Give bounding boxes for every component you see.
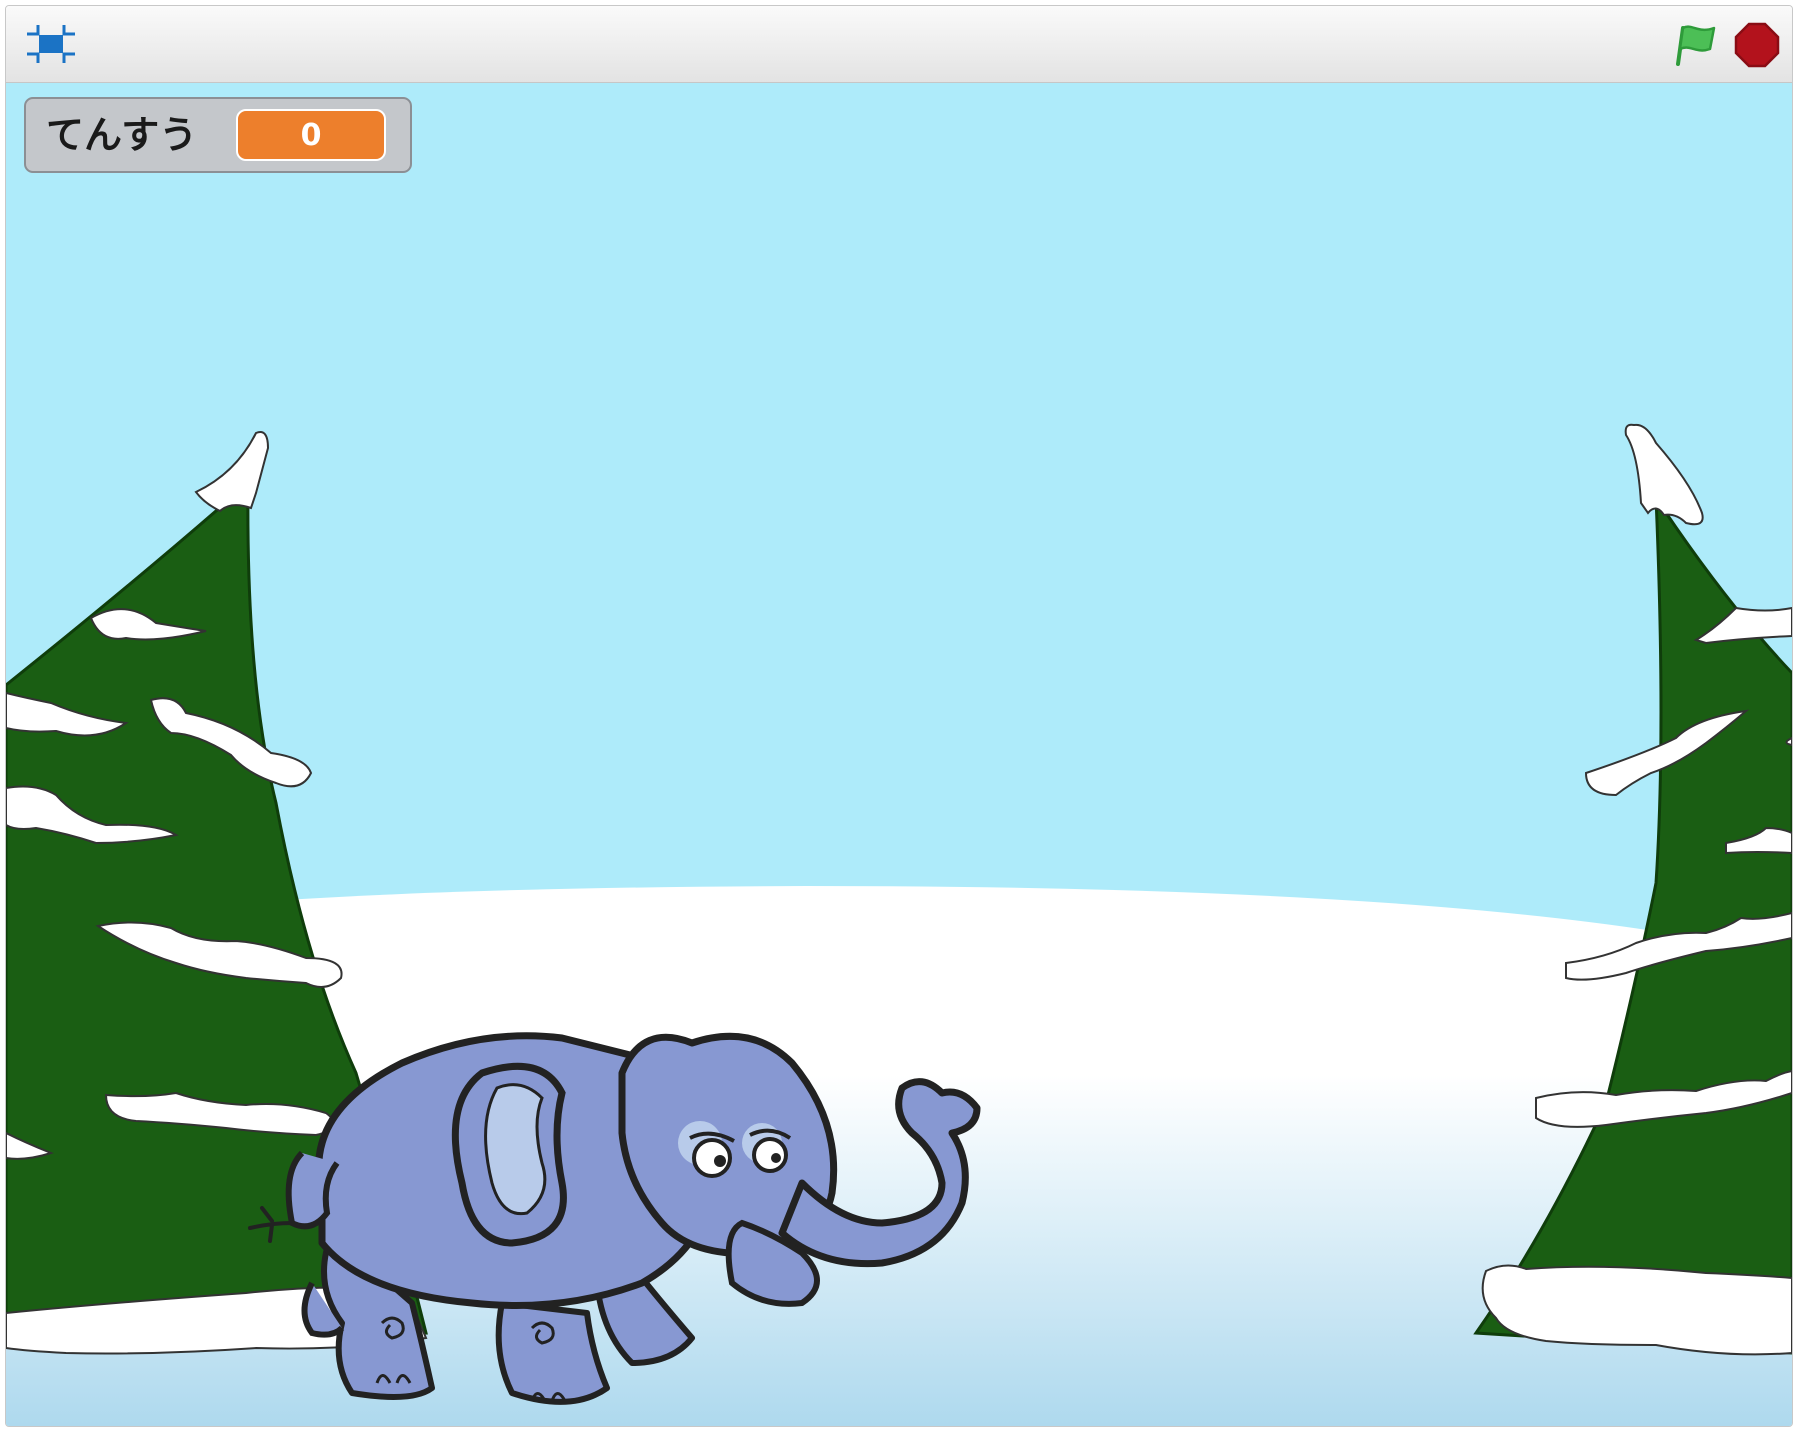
- elephant-sprite[interactable]: [242, 983, 982, 1423]
- green-flag-icon: [1676, 25, 1716, 66]
- stage-toolbar: [6, 6, 1792, 83]
- monitor-value: 0: [236, 109, 386, 161]
- stop-button[interactable]: [1734, 22, 1780, 68]
- green-flag-button[interactable]: [1672, 20, 1720, 68]
- monitor-label: てんすう: [46, 113, 198, 157]
- fullscreen-button[interactable]: [24, 22, 78, 66]
- stage-canvas[interactable]: てんすう 0: [6, 83, 1792, 1426]
- fullscreen-icon: [27, 25, 75, 63]
- variable-monitor[interactable]: てんすう 0: [24, 97, 412, 173]
- stage-player: てんすう 0: [5, 5, 1793, 1427]
- stop-sign-icon: [1734, 22, 1780, 68]
